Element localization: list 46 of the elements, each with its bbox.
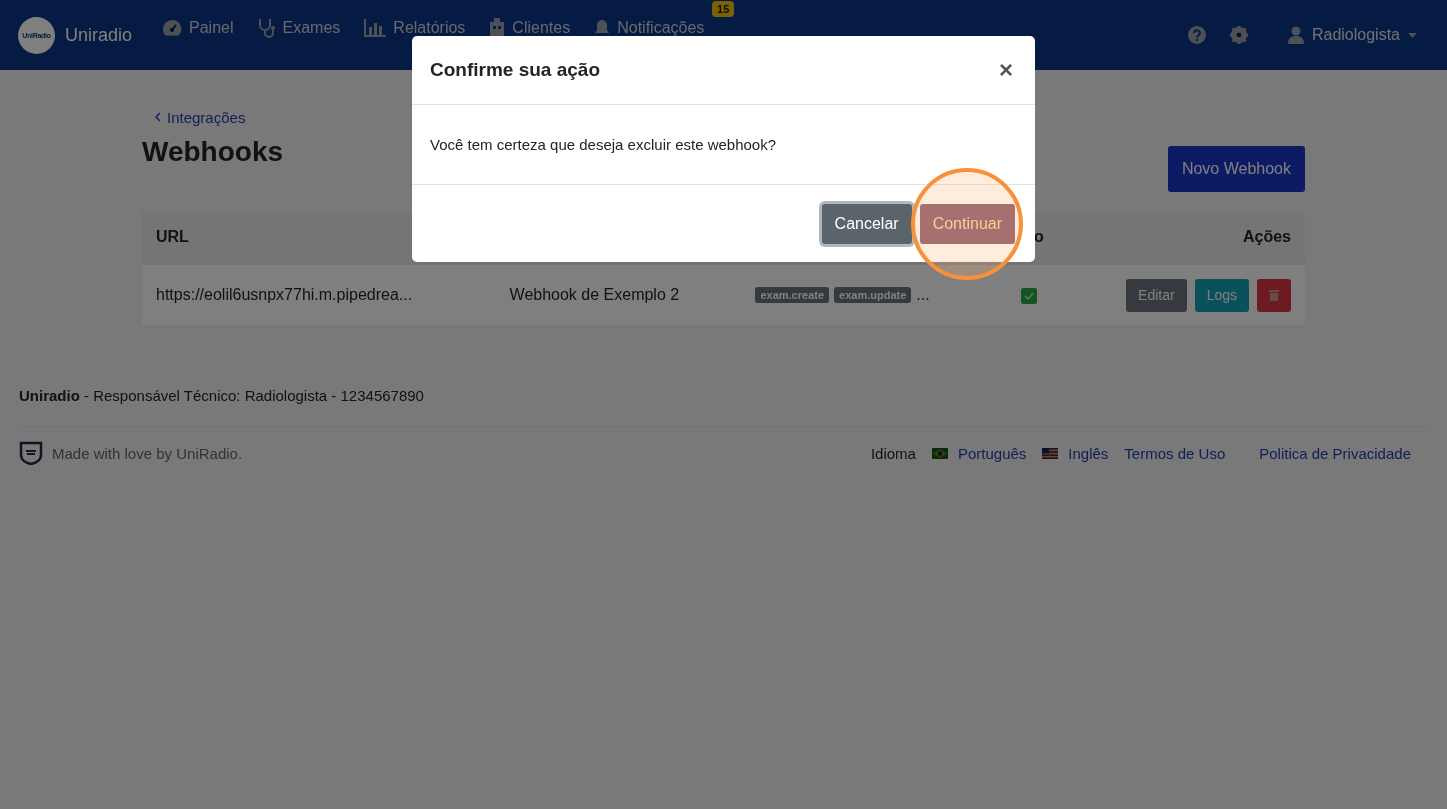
user-menu[interactable]: Radiologista	[1287, 26, 1417, 44]
user-icon	[1287, 26, 1304, 44]
language-link[interactable]: Inglês	[1068, 444, 1109, 462]
trash-icon	[1269, 289, 1279, 301]
notification-count-badge: 15	[712, 1, 735, 17]
nav-link[interactable]: Relatórios	[364, 19, 466, 37]
footer-link[interactable]: Politica de Privacidade	[1259, 444, 1411, 462]
cancel-button[interactable]: Cancelar	[821, 203, 912, 244]
gauge-icon	[162, 19, 183, 37]
nav-link[interactable]: Exames	[257, 18, 341, 38]
more-events-text: ...	[916, 286, 930, 304]
footer-link[interactable]: Termos de Uso	[1124, 444, 1226, 462]
dialog-message: Você tem certeza que deseja excluir este webhook?	[430, 136, 777, 153]
us-flag-icon	[1042, 447, 1059, 459]
event-tag: exam.update	[834, 287, 912, 303]
brazil-flag-icon	[931, 447, 948, 459]
name-cell: Webhook de Exemplo 2	[509, 286, 680, 303]
chevron-left-icon	[155, 112, 161, 122]
bar-chart-icon	[364, 19, 387, 37]
column-header: Ações	[1242, 228, 1291, 245]
made-with-love-text: Made with love by UniRadio.	[52, 444, 243, 462]
logs-button[interactable]: Logs	[1194, 278, 1249, 312]
edit-button[interactable]: Editar	[1126, 278, 1187, 312]
back-link[interactable]: Integrações	[155, 108, 246, 126]
help-icon[interactable]	[1187, 26, 1206, 44]
language-link[interactable]: Português	[957, 444, 1027, 462]
dialog-title: Confirme sua ação	[430, 59, 600, 81]
column-header: URL	[156, 228, 189, 245]
language-label: Idioma	[870, 444, 916, 462]
page-title: Webhooks	[142, 136, 284, 168]
new-webhook-button[interactable]: Novo Webhook	[1167, 146, 1305, 192]
stethoscope-icon	[257, 18, 276, 38]
settings-icon[interactable]	[1229, 26, 1248, 44]
nav-link[interactable]: Clientes	[489, 18, 571, 38]
shield-logo-icon	[19, 441, 43, 465]
url-cell: https://eolil6usnpx77hi.m.pipedrea...	[156, 286, 413, 303]
continue-button[interactable]: Continuar	[919, 203, 1015, 244]
column-header: o	[1034, 228, 1044, 245]
nav-link[interactable]: Painel	[162, 19, 234, 37]
close-button[interactable]: ×	[995, 56, 1017, 84]
event-tag: exam.create	[755, 287, 830, 303]
caret-icon	[1408, 32, 1417, 38]
footer-credit: Uniradio - Responsável Técnico: Radiologista - 1234567890	[19, 387, 1428, 427]
delete-button[interactable]	[1257, 278, 1291, 312]
brand-link[interactable]: Uniradio	[65, 24, 133, 46]
check-icon	[1023, 292, 1034, 300]
